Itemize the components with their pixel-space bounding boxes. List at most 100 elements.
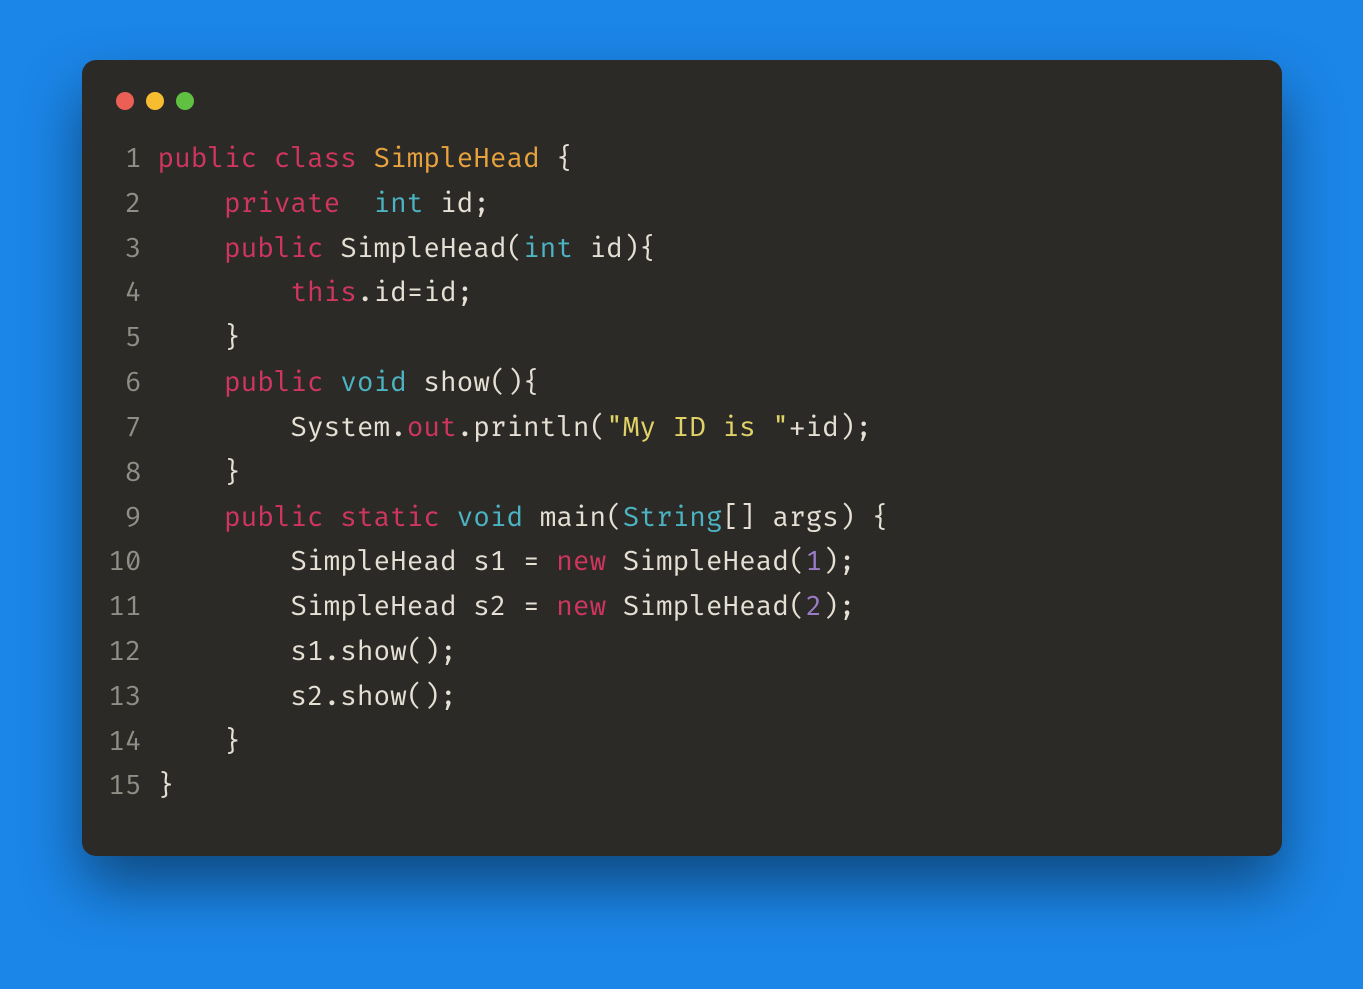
line-number: 4 xyxy=(102,272,158,317)
code-content[interactable]: public SimpleHead(int id){ xyxy=(158,228,657,273)
code-editor[interactable]: 1public class SimpleHead {2 private int … xyxy=(82,130,1282,810)
code-token: SimpleHead s2 = xyxy=(158,591,557,624)
code-token xyxy=(324,367,341,400)
code-token: public xyxy=(158,143,258,176)
app-frame: 1public class SimpleHead {2 private int … xyxy=(0,0,1363,989)
code-token: ); xyxy=(822,591,855,624)
code-token: private xyxy=(224,188,340,221)
code-token: new xyxy=(556,546,606,579)
line-number: 14 xyxy=(102,721,158,766)
code-token xyxy=(158,277,291,310)
code-token: int xyxy=(523,233,573,266)
code-token: } xyxy=(158,726,241,759)
code-token xyxy=(158,188,224,221)
code-content[interactable]: public void show(){ xyxy=(158,362,540,407)
code-line[interactable]: 6 public void show(){ xyxy=(102,362,1262,407)
code-token: int xyxy=(374,188,424,221)
code-token: SimpleHead( xyxy=(324,233,523,266)
code-line[interactable]: 13 s2.show(); xyxy=(102,676,1262,721)
code-line[interactable]: 14 } xyxy=(102,721,1262,766)
code-token: id; xyxy=(423,188,489,221)
code-token: .println( xyxy=(457,412,607,445)
code-line[interactable]: 2 private int id; xyxy=(102,183,1262,228)
code-token xyxy=(257,143,274,176)
code-token: +id); xyxy=(789,412,872,445)
close-icon[interactable] xyxy=(116,92,134,110)
code-line[interactable]: 5 } xyxy=(102,317,1262,362)
code-token xyxy=(357,143,374,176)
line-number: 12 xyxy=(102,631,158,676)
code-content[interactable]: } xyxy=(158,721,241,766)
code-token xyxy=(158,502,224,535)
code-token: s2.show(); xyxy=(158,681,457,714)
code-token: public xyxy=(224,367,324,400)
code-line[interactable]: 15} xyxy=(102,765,1262,810)
editor-window: 1public class SimpleHead {2 private int … xyxy=(82,60,1282,856)
line-number: 11 xyxy=(102,586,158,631)
code-content[interactable]: s1.show(); xyxy=(158,631,457,676)
code-token: SimpleHead s1 = xyxy=(158,546,557,579)
code-token: static xyxy=(340,502,440,535)
code-token: .id=id; xyxy=(357,277,473,310)
code-token: show(){ xyxy=(407,367,540,400)
code-token: id){ xyxy=(573,233,656,266)
code-line[interactable]: 8 } xyxy=(102,452,1262,497)
code-token: public xyxy=(224,502,324,535)
code-content[interactable]: public static void main(String[] args) { xyxy=(158,497,889,542)
line-number: 8 xyxy=(102,452,158,497)
code-token: this xyxy=(290,277,356,310)
code-token xyxy=(340,188,373,221)
code-token: ); xyxy=(822,546,855,579)
code-token: s1.show(); xyxy=(158,636,457,669)
code-token: main( xyxy=(523,502,623,535)
code-token: } xyxy=(158,322,241,355)
code-content[interactable]: public class SimpleHead { xyxy=(158,138,573,183)
code-token: void xyxy=(340,367,406,400)
line-number: 2 xyxy=(102,183,158,228)
line-number: 6 xyxy=(102,362,158,407)
code-content[interactable]: private int id; xyxy=(158,183,490,228)
code-token: "My ID is " xyxy=(606,412,789,445)
code-line[interactable]: 4 this.id=id; xyxy=(102,272,1262,317)
line-number: 13 xyxy=(102,676,158,721)
code-line[interactable]: 12 s1.show(); xyxy=(102,631,1262,676)
code-content[interactable]: this.id=id; xyxy=(158,272,474,317)
line-number: 5 xyxy=(102,317,158,362)
code-token xyxy=(324,502,341,535)
code-token: class xyxy=(274,143,357,176)
code-token xyxy=(440,502,457,535)
code-content[interactable]: } xyxy=(158,765,175,810)
code-token: [] args) { xyxy=(723,502,889,535)
code-line[interactable]: 3 public SimpleHead(int id){ xyxy=(102,228,1262,273)
code-token: } xyxy=(158,770,175,803)
line-number: 1 xyxy=(102,138,158,183)
code-token: String xyxy=(623,502,723,535)
line-number: 7 xyxy=(102,407,158,452)
maximize-icon[interactable] xyxy=(176,92,194,110)
line-number: 15 xyxy=(102,765,158,810)
minimize-icon[interactable] xyxy=(146,92,164,110)
code-token: 2 xyxy=(806,591,823,624)
code-content[interactable]: } xyxy=(158,317,241,362)
code-line[interactable]: 10 SimpleHead s1 = new SimpleHead(1); xyxy=(102,541,1262,586)
line-number: 10 xyxy=(102,541,158,586)
code-token: SimpleHead( xyxy=(606,591,805,624)
code-token: { xyxy=(540,143,573,176)
line-number: 9 xyxy=(102,497,158,542)
code-line[interactable]: 9 public static void main(String[] args)… xyxy=(102,497,1262,542)
code-token xyxy=(158,233,224,266)
code-token: void xyxy=(457,502,523,535)
code-token: public xyxy=(224,233,324,266)
code-content[interactable]: SimpleHead s1 = new SimpleHead(1); xyxy=(158,541,856,586)
code-content[interactable]: System.out.println("My ID is "+id); xyxy=(158,407,873,452)
code-token: SimpleHead( xyxy=(606,546,805,579)
code-line[interactable]: 7 System.out.println("My ID is "+id); xyxy=(102,407,1262,452)
code-content[interactable]: s2.show(); xyxy=(158,676,457,721)
code-token: out xyxy=(407,412,457,445)
code-content[interactable]: } xyxy=(158,452,241,497)
code-line[interactable]: 11 SimpleHead s2 = new SimpleHead(2); xyxy=(102,586,1262,631)
code-token: SimpleHead xyxy=(374,143,540,176)
code-token xyxy=(158,367,224,400)
code-content[interactable]: SimpleHead s2 = new SimpleHead(2); xyxy=(158,586,856,631)
code-line[interactable]: 1public class SimpleHead { xyxy=(102,138,1262,183)
